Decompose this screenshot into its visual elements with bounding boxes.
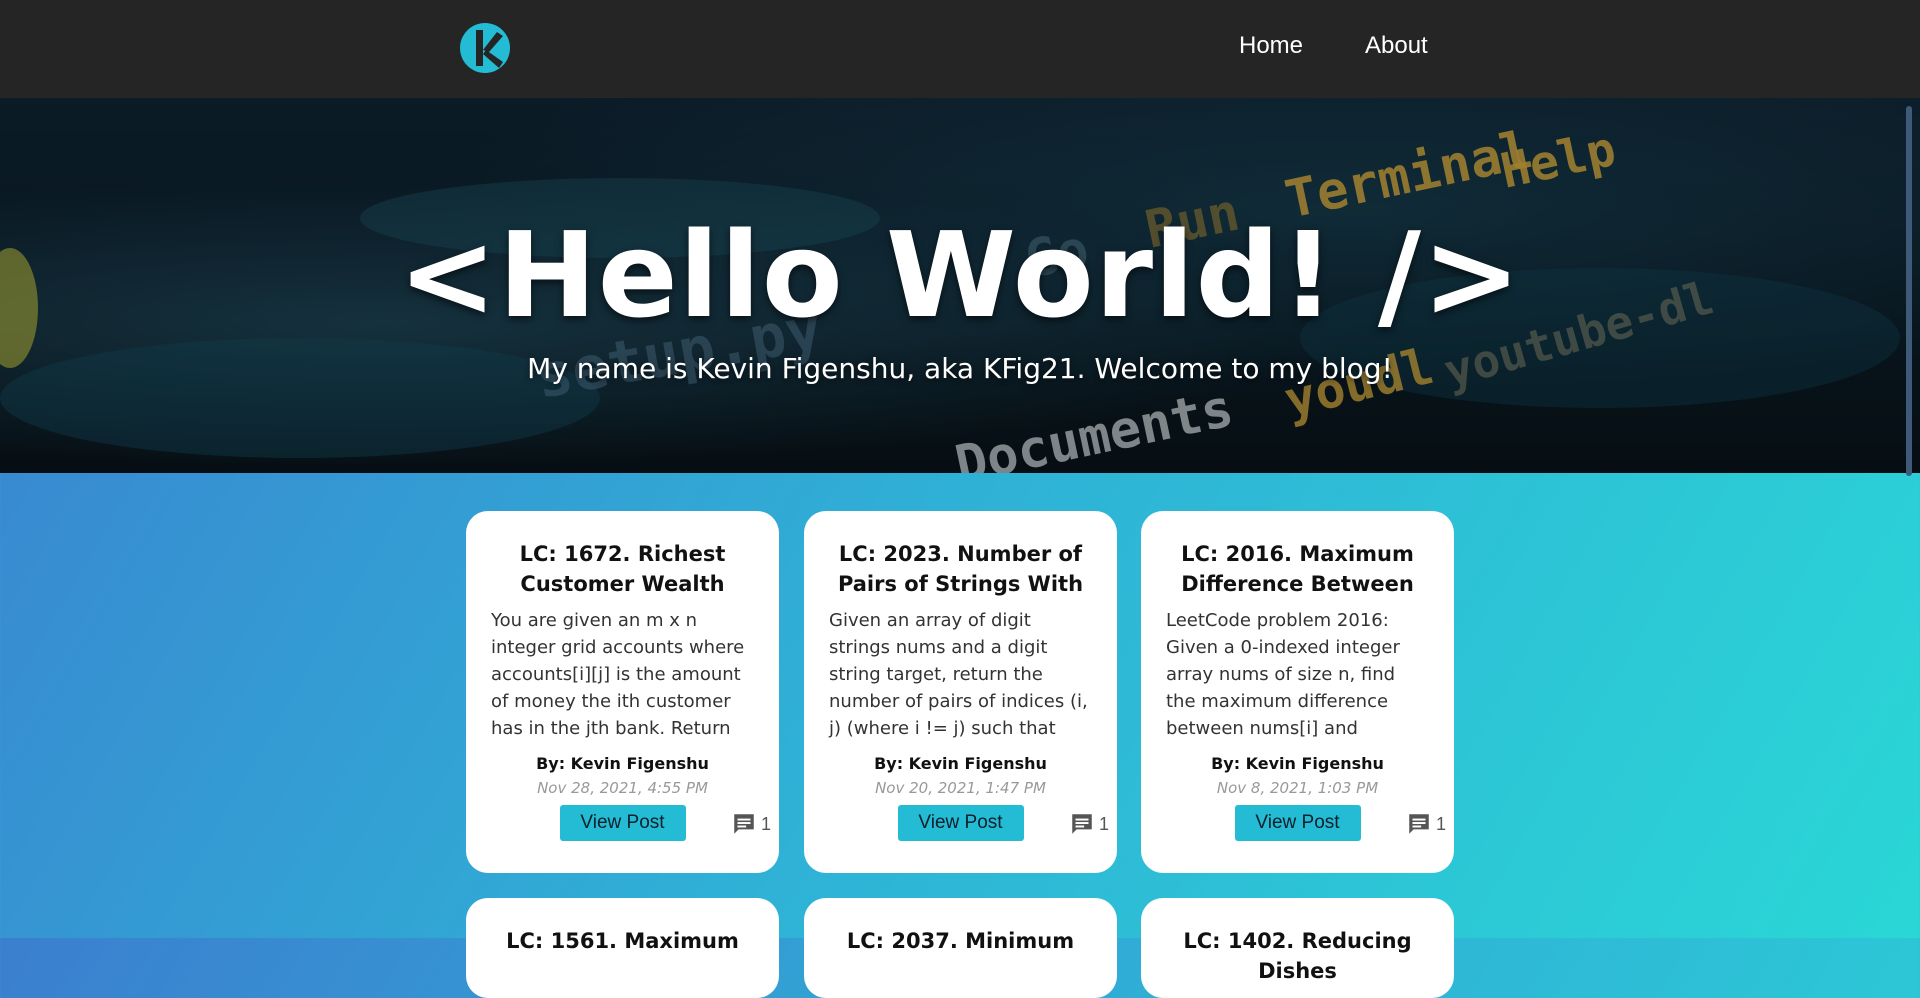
post-title: LC: 2023. Number of Pairs of Strings Wit… — [837, 542, 1084, 596]
post-title: LC: 2016. Maximum Difference Between — [1181, 542, 1414, 596]
post-description: Given an array of digit strings nums and… — [829, 610, 1088, 739]
view-post-button[interactable]: View Post — [897, 805, 1024, 841]
post-author: By: Kevin Figenshu — [874, 754, 1047, 773]
post-actions: View Post 1 — [1161, 805, 1446, 843]
post-title: LC: 1402. Reducing Dishes — [1183, 929, 1412, 983]
post-card: LC: 2016. Maximum Difference Between Lee… — [1141, 511, 1454, 873]
nav-about-link[interactable]: About — [1365, 32, 1428, 60]
post-card: LC: 1672. Richest Customer Wealth You ar… — [466, 511, 779, 873]
comment-icon — [1409, 814, 1429, 834]
post-actions: View Post 1 — [824, 805, 1109, 843]
post-card: LC: 1561. Maximum — [466, 898, 779, 998]
comment-count-value: 1 — [1435, 813, 1446, 834]
post-card: LC: 2037. Minimum — [804, 898, 1117, 998]
post-author: By: Kevin Figenshu — [1211, 754, 1384, 773]
page-scrollbar[interactable] — [1906, 106, 1912, 476]
hero-subtitle: My name is Kevin Figenshu, aka KFig21. W… — [527, 352, 1393, 385]
navbar: Home About — [0, 0, 1920, 98]
post-description: LeetCode problem 2016: Given a 0-indexed… — [1166, 610, 1400, 739]
post-card: LC: 1402. Reducing Dishes — [1141, 898, 1454, 998]
post-title: LC: 1672. Richest Customer Wealth — [519, 542, 726, 596]
post-date: Nov 8, 2021, 1:03 PM — [1216, 779, 1379, 797]
post-date: Nov 28, 2021, 4:55 PM — [537, 779, 708, 797]
post-title: LC: 1561. Maximum — [506, 929, 739, 953]
comment-count[interactable]: 1 — [1069, 811, 1109, 837]
hero-banner: Terminal Help Run Go setup.py Documents … — [0, 98, 1920, 473]
comment-count-value: 1 — [1098, 813, 1109, 834]
comment-icon — [1072, 814, 1092, 834]
comment-icon — [734, 814, 754, 834]
post-title: LC: 2037. Minimum — [846, 929, 1075, 953]
post-card: LC: 2023. Number of Pairs of Strings Wit… — [804, 511, 1117, 873]
comment-count[interactable]: 1 — [1406, 811, 1446, 837]
nav-home-link[interactable]: Home — [1239, 32, 1303, 60]
post-date: Nov 20, 2021, 1:47 PM — [875, 779, 1046, 797]
comment-count-value: 1 — [760, 813, 771, 834]
post-actions: View Post 1 — [486, 805, 771, 843]
hero-title: <Hello World! /> — [398, 206, 1522, 344]
view-post-button[interactable]: View Post — [1234, 805, 1361, 841]
comment-count[interactable]: 1 — [731, 811, 771, 837]
logo-icon[interactable] — [459, 22, 511, 74]
post-author: By: Kevin Figenshu — [536, 754, 709, 773]
view-post-button[interactable]: View Post — [559, 805, 686, 841]
post-description: You are given an m x n integer grid acco… — [491, 610, 745, 739]
